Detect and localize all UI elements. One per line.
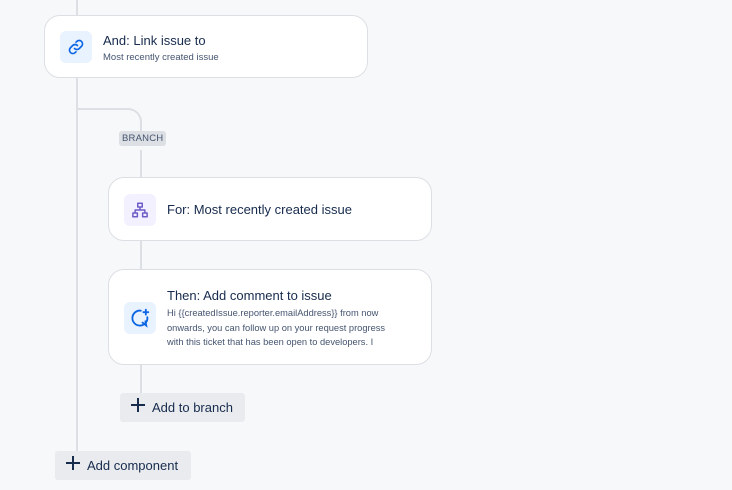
branch-connector-line bbox=[140, 364, 142, 394]
link-issue-card[interactable]: And: Link issue to Most recently created… bbox=[44, 15, 368, 78]
link-card-subtitle: Most recently created issue bbox=[103, 52, 219, 63]
main-connector-line bbox=[76, 0, 78, 15]
hierarchy-icon bbox=[124, 194, 156, 226]
link-card-title: And: Link issue to bbox=[103, 33, 206, 48]
comment-card-description: Hi {{createdIssue.reporter.emailAddress}… bbox=[167, 308, 386, 347]
plus-icon bbox=[130, 397, 146, 417]
add-to-branch-button[interactable]: Add to branch bbox=[120, 393, 245, 422]
link-icon bbox=[60, 31, 92, 63]
main-connector-line bbox=[76, 78, 78, 466]
branch-badge: BRANCH bbox=[119, 131, 167, 146]
branch-for-card[interactable]: For: Most recently created issue bbox=[108, 177, 432, 241]
add-component-button[interactable]: Add component bbox=[55, 451, 191, 480]
branch-connector-line bbox=[140, 240, 142, 270]
comment-add-icon bbox=[124, 302, 156, 334]
add-to-branch-label: Add to branch bbox=[152, 400, 233, 415]
plus-icon bbox=[65, 455, 81, 475]
for-card-title: For: Most recently created issue bbox=[167, 202, 352, 217]
automation-canvas: And: Link issue to Most recently created… bbox=[0, 0, 732, 490]
branch-connector-line bbox=[140, 150, 142, 178]
comment-card-title: Then: Add comment to issue bbox=[167, 288, 332, 303]
add-component-label: Add component bbox=[87, 458, 179, 473]
add-comment-card[interactable]: Then: Add comment to issue Hi {{createdI… bbox=[108, 269, 432, 365]
